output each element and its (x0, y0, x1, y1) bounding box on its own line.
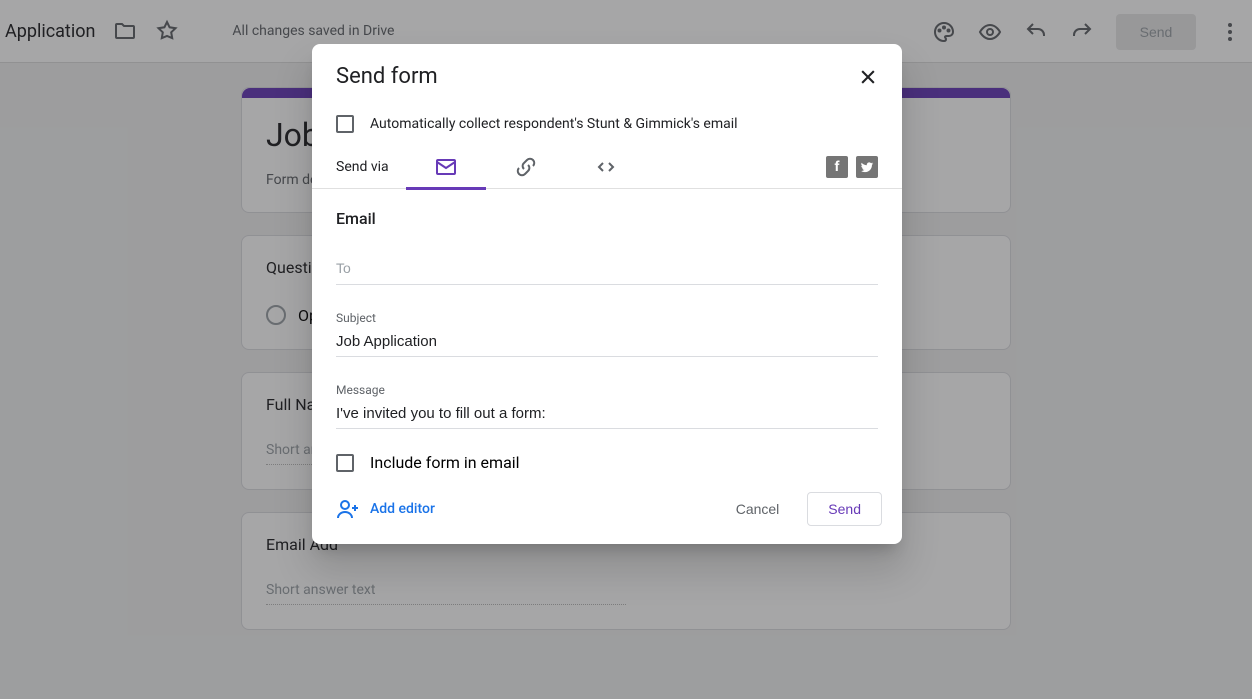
send-via-label: Send via (336, 159, 406, 175)
add-person-icon (336, 497, 360, 521)
send-via-tabs: Send via f (312, 145, 902, 189)
collect-email-checkbox[interactable] (336, 115, 354, 133)
twitter-icon[interactable] (856, 156, 878, 178)
tab-link[interactable] (486, 145, 566, 189)
email-section-heading: Email (336, 209, 878, 228)
facebook-icon[interactable]: f (826, 156, 848, 178)
send-button[interactable]: Send (807, 492, 882, 526)
dialog-title: Send form (336, 64, 438, 89)
message-label: Message (336, 383, 878, 397)
cancel-button[interactable]: Cancel (726, 493, 790, 525)
send-form-dialog: Send form Automatically collect responde… (312, 44, 902, 544)
include-form-label: Include form in email (370, 453, 520, 472)
to-input[interactable] (336, 254, 878, 285)
message-input[interactable] (336, 401, 878, 429)
include-form-checkbox[interactable] (336, 454, 354, 472)
subject-input[interactable] (336, 329, 878, 357)
subject-label: Subject (336, 311, 878, 325)
tab-embed[interactable] (566, 145, 646, 189)
close-icon[interactable] (858, 67, 878, 87)
link-icon (514, 155, 538, 179)
email-icon (434, 155, 458, 179)
collect-email-label: Automatically collect respondent's Stunt… (370, 116, 738, 132)
tab-email[interactable] (406, 145, 486, 189)
embed-icon (594, 155, 618, 179)
add-editor-button[interactable]: Add editor (336, 497, 435, 521)
add-editor-label: Add editor (370, 501, 435, 517)
